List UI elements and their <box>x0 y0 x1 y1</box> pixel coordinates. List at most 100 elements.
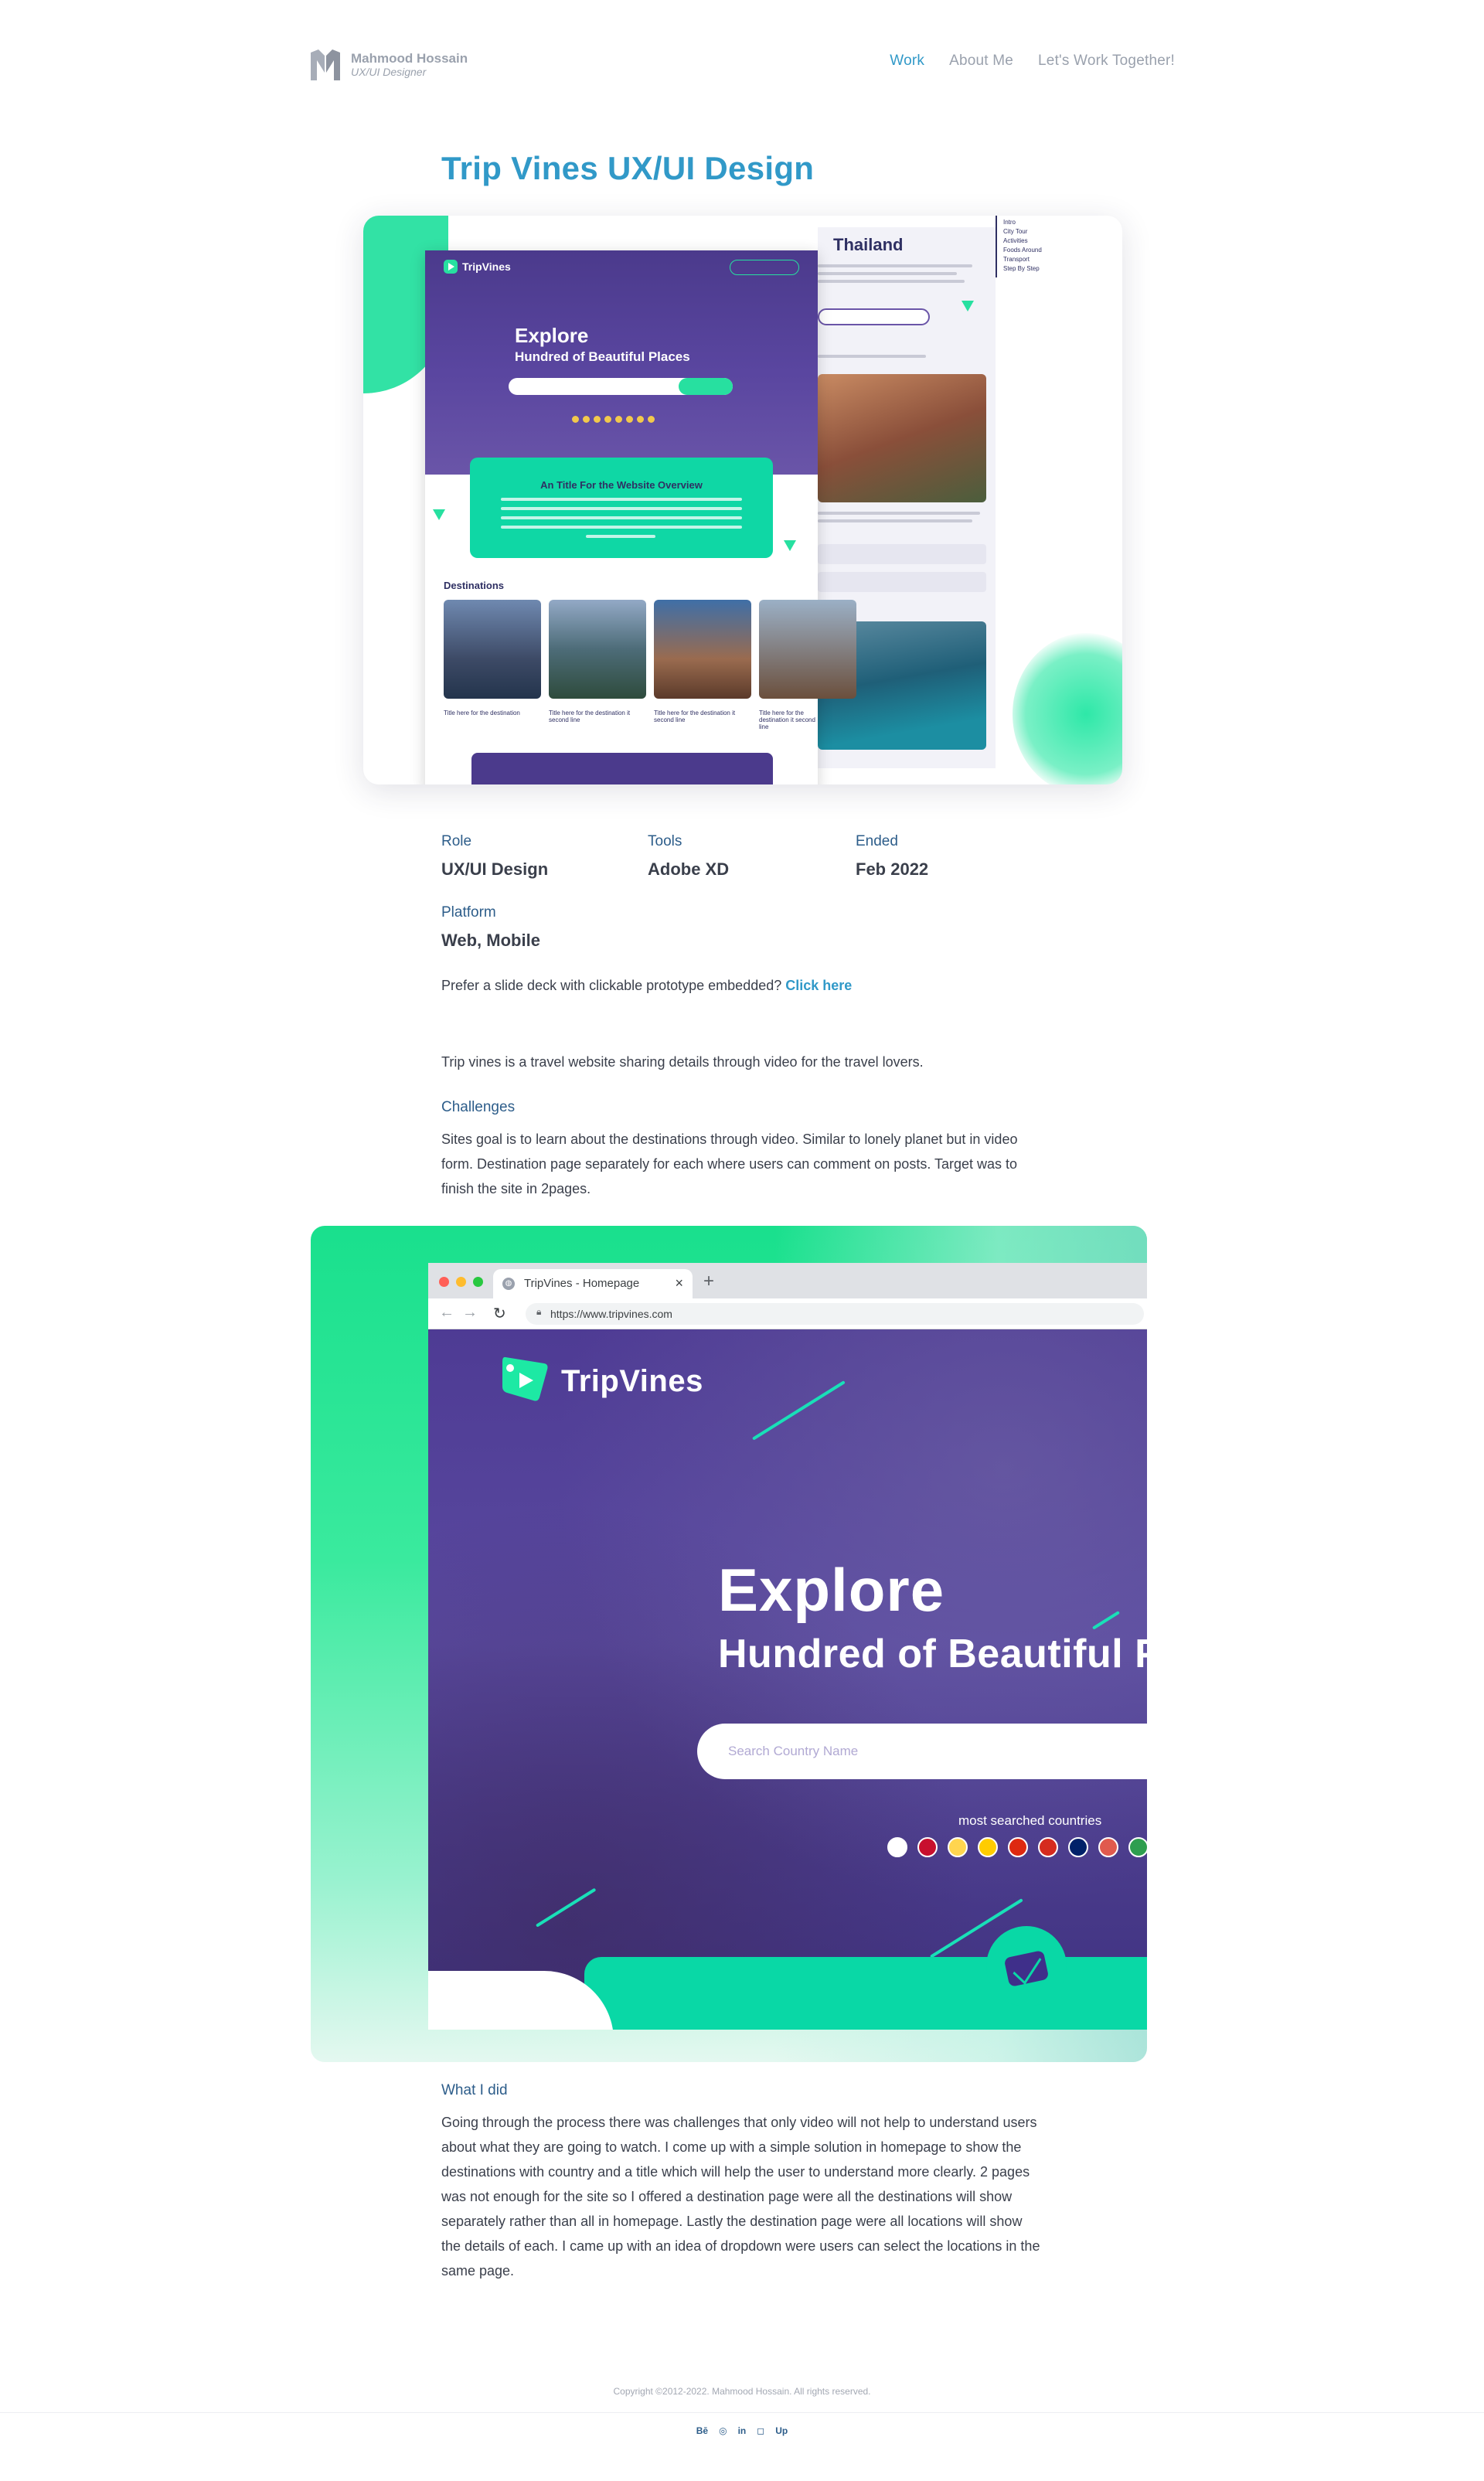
homepage-logo-text: TripVines <box>462 260 511 273</box>
side-nav-item[interactable]: City Tour <box>1003 229 1073 235</box>
homepage-nav-button[interactable] <box>730 260 799 275</box>
role-label: Role <box>441 833 472 849</box>
flag-icon[interactable] <box>626 416 633 423</box>
country-flag-icon[interactable] <box>1098 1837 1118 1857</box>
flag-icon[interactable] <box>615 416 622 423</box>
destination-thumb[interactable] <box>654 600 751 699</box>
decorative-streak <box>1091 1611 1120 1630</box>
side-nav-item[interactable]: Step By Step <box>1003 266 1073 272</box>
explore-button[interactable] <box>679 378 733 395</box>
role-value: UX/UI Design <box>441 859 549 879</box>
country-flag-icon[interactable] <box>1068 1837 1088 1857</box>
country-flag-icon[interactable] <box>917 1837 938 1857</box>
country-search-input[interactable]: Search Country Name <box>697 1724 1147 1779</box>
country-flag-icon[interactable] <box>1128 1837 1147 1857</box>
flag-icon[interactable] <box>583 416 590 423</box>
forward-arrow-icon[interactable]: → <box>462 1304 478 1322</box>
site-header: Mahmood Hossain UX/UI Designer Work Abou… <box>309 43 1175 87</box>
slide-deck-row: Prefer a slide deck with clickable proto… <box>441 978 852 994</box>
reload-icon[interactable]: ↻ <box>493 1304 506 1323</box>
close-window-icon[interactable] <box>439 1277 449 1287</box>
country-flag-icon[interactable] <box>1038 1837 1058 1857</box>
thumb-caption: Title here for the destination it second… <box>654 710 736 723</box>
url-text: https://www.tripvines.com <box>550 1308 672 1320</box>
text-line <box>818 519 972 522</box>
page-title: Trip Vines UX/UI Design <box>441 150 815 186</box>
instagram-icon[interactable]: ◻ <box>757 2425 764 2436</box>
click-here-link[interactable]: Click here <box>785 978 852 993</box>
side-nav-item[interactable]: Intro <box>1003 220 1073 226</box>
close-tab-icon[interactable]: × <box>675 1275 683 1292</box>
text-line <box>818 264 972 267</box>
what-i-did-heading: What I did <box>441 2082 508 2098</box>
copyright-text: Copyright ©2012-2022. Mahmood Hossain. A… <box>613 2386 871 2397</box>
country-flag-icon[interactable] <box>1008 1837 1028 1857</box>
country-flag-icon[interactable] <box>887 1837 907 1857</box>
thailand-title: Thailand <box>833 235 904 254</box>
hero-mockup: Thailand Intro City Tour Activities Food… <box>363 216 1122 784</box>
dribbble-icon[interactable]: ◎ <box>719 2425 727 2436</box>
behance-icon[interactable]: Bē <box>696 2425 708 2436</box>
destination-thumb[interactable] <box>549 600 646 699</box>
browser-window: ◍ TripVines - Homepage × + ← → ↻ 🔒︎ http… <box>428 1263 1147 2030</box>
logo-role: UX/UI Designer <box>351 66 427 78</box>
browser-showcase: ◍ TripVines - Homepage × + ← → ↻ 🔒︎ http… <box>311 1226 1147 2062</box>
logo-monogram-icon <box>311 49 340 80</box>
page-side-nav: Intro City Tour Activities Foods Around … <box>996 216 1073 277</box>
platform-value: Web, Mobile <box>441 931 540 950</box>
country-flag-icon[interactable] <box>978 1837 998 1857</box>
linkedin-icon[interactable]: in <box>738 2425 747 2436</box>
upwork-icon[interactable]: Up <box>775 2425 788 2436</box>
nav-about-me[interactable]: About Me <box>949 53 1013 70</box>
overview-title: An Title For the Website Overview <box>540 479 703 491</box>
homepage-subtitle: Hundred of Beautiful Places <box>515 349 690 364</box>
text-line <box>501 516 742 519</box>
play-logo-icon <box>444 260 458 274</box>
url-field[interactable]: 🔒︎ https://www.tripvines.com <box>526 1303 1144 1325</box>
newsletter-bubble[interactable] <box>986 1926 1067 2006</box>
country-flags <box>887 1837 1147 1857</box>
text-line <box>818 512 980 515</box>
flag-icon[interactable] <box>572 416 579 423</box>
back-arrow-icon[interactable]: ← <box>439 1304 454 1322</box>
main-nav: Work About Me Let's Work Together! <box>890 53 1175 70</box>
homepage-preview: TripVines Explore Hundred of Beautiful P… <box>425 250 856 784</box>
minimize-window-icon[interactable] <box>456 1277 466 1287</box>
maximize-window-icon[interactable] <box>473 1277 483 1287</box>
side-nav-item[interactable]: Foods Around <box>1003 247 1073 254</box>
nav-work-together[interactable]: Let's Work Together! <box>1038 53 1175 70</box>
flag-icon[interactable] <box>604 416 611 423</box>
location-dropdown[interactable] <box>818 308 930 325</box>
homepage-search[interactable] <box>509 378 733 395</box>
country-flag-icon[interactable] <box>948 1837 968 1857</box>
tripvines-logo[interactable]: TripVines <box>499 1353 703 1410</box>
destinations-heading: Destinations <box>444 580 505 591</box>
nav-work[interactable]: Work <box>890 53 924 70</box>
side-nav-item[interactable]: Activities <box>1003 238 1073 244</box>
destination-photo <box>818 374 986 502</box>
search-placeholder: Search Country Name <box>728 1744 859 1758</box>
site-logo[interactable]: Mahmood Hossain UX/UI Designer <box>309 43 468 87</box>
homepage-logo: TripVines <box>444 260 511 274</box>
browser-tab[interactable]: ◍ TripVines - Homepage × <box>493 1269 693 1298</box>
text-line <box>586 535 655 538</box>
side-nav-item[interactable]: Transport <box>1003 257 1073 263</box>
browser-address-bar: ← → ↻ 🔒︎ https://www.tripvines.com <box>428 1298 1147 1329</box>
comment-box <box>818 544 986 564</box>
decorative-triangle <box>433 509 445 520</box>
destination-thumbnails <box>444 600 856 699</box>
flag-icon[interactable] <box>637 416 644 423</box>
tripvines-logo-text: TripVines <box>561 1363 703 1398</box>
ended-label: Ended <box>856 833 898 849</box>
flag-icon[interactable] <box>648 416 655 423</box>
most-searched-label: most searched countries <box>958 1813 1102 1828</box>
new-tab-icon[interactable]: + <box>703 1271 714 1292</box>
decorative-triangle <box>962 301 974 311</box>
text-line <box>501 507 742 510</box>
destination-thumb[interactable] <box>759 600 856 699</box>
mail-icon <box>1003 1950 1050 1987</box>
flag-icon[interactable] <box>594 416 601 423</box>
lock-icon: 🔒︎ <box>536 1306 542 1317</box>
platform-label: Platform <box>441 904 496 921</box>
destination-thumb[interactable] <box>444 600 541 699</box>
